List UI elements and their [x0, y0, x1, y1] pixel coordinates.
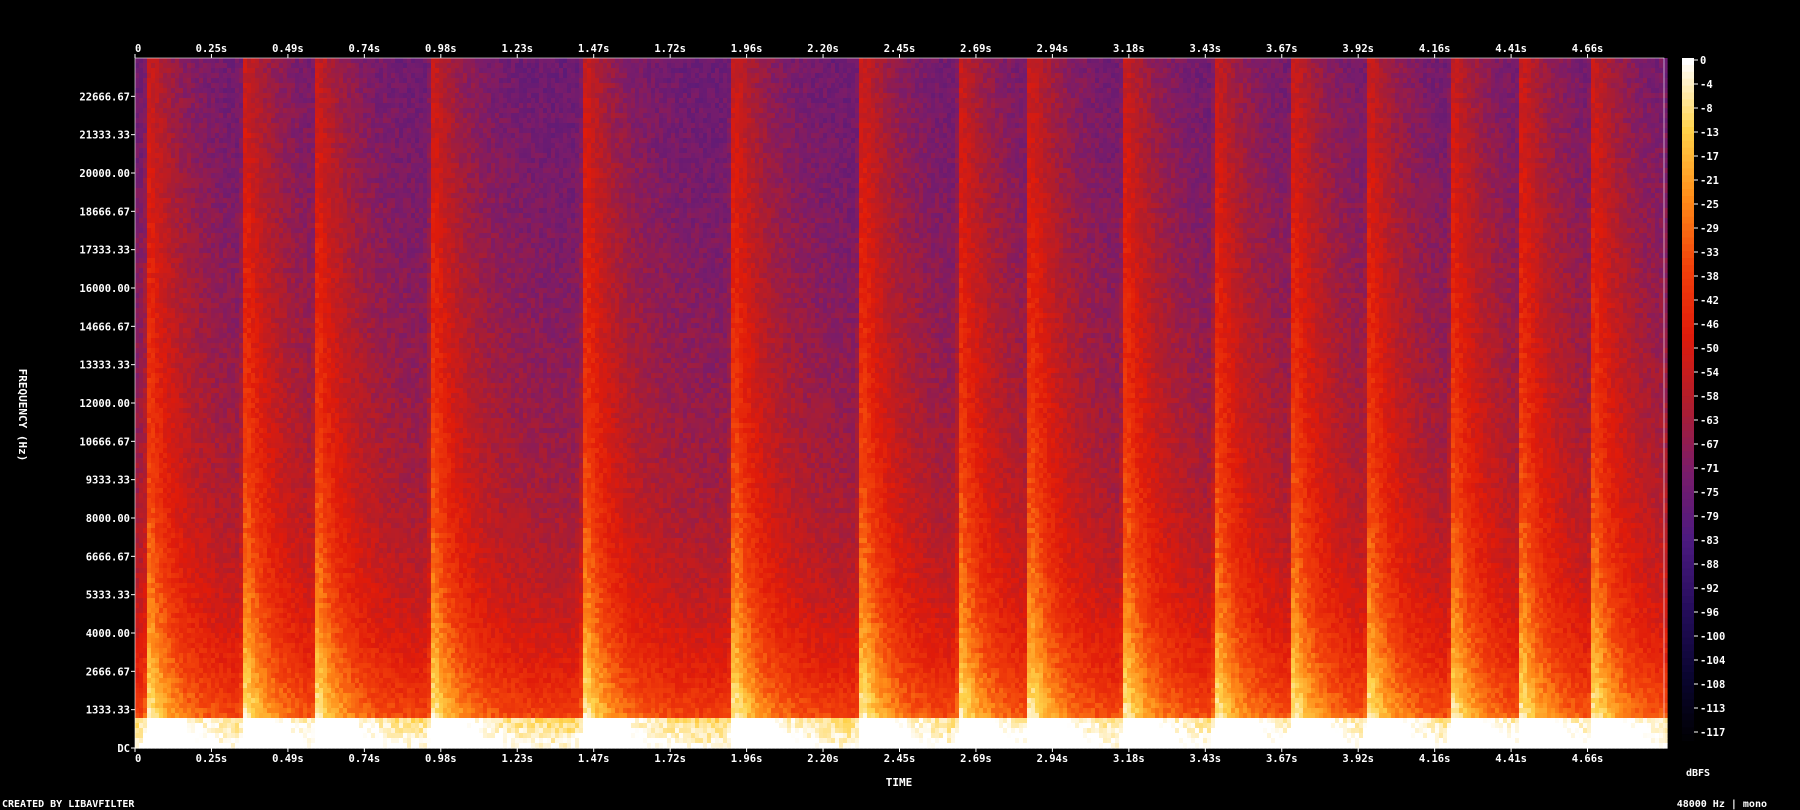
y-tick-label: 5333.33	[86, 590, 130, 602]
x-tick-label-bottom: 4.41s	[1495, 753, 1527, 765]
colorbar-tick-label: -25	[1700, 199, 1719, 211]
y-tick-label: 20000.00	[79, 168, 130, 180]
y-tick-label: 10666.67	[79, 436, 130, 448]
y-tick-label: 21333.33	[79, 130, 130, 142]
x-tick-label-top: 2.20s	[807, 43, 839, 55]
x-tick-label-top: 1.72s	[654, 43, 686, 55]
x-tick-label-bottom: 1.96s	[731, 753, 763, 765]
x-tick-label-top: 1.47s	[578, 43, 610, 55]
x-tick-label-top: 3.67s	[1266, 43, 1298, 55]
colorbar-tick-label: -100	[1700, 631, 1725, 643]
y-tick-label: 14666.67	[79, 321, 130, 333]
footer-credit: CREATED BY LIBAVFILTER	[2, 799, 135, 810]
colorbar-tick-label: -63	[1700, 415, 1719, 427]
y-tick-label: 13333.33	[79, 360, 130, 372]
y-axis-label: FREQUENCY (Hz)	[16, 369, 29, 462]
x-tick-label-bottom: 1.47s	[578, 753, 610, 765]
x-tick-label-bottom: 4.16s	[1419, 753, 1451, 765]
y-tick-label: 22666.67	[79, 91, 130, 103]
y-tick-label: 1333.33	[86, 705, 130, 717]
colorbar-tick-label: -54	[1700, 367, 1719, 379]
colorbar-tick-label: -8	[1700, 103, 1713, 115]
colorbar-tick-label: -83	[1700, 535, 1719, 547]
colorbar-tick-label: -79	[1700, 511, 1719, 523]
y-tick-label: 12000.00	[79, 398, 130, 410]
x-tick-label-bottom: 0.49s	[272, 753, 304, 765]
x-tick-label-top: 0.98s	[425, 43, 457, 55]
colorbar-tick-label: -117	[1700, 727, 1725, 739]
spectrogram-plot-area	[135, 58, 1668, 749]
spectrogram-chart: 0 0.25s 0.49s 0.74s 0.98s 1.23s 1.47s 1.72s 1.96…	[0, 0, 1800, 810]
colorbar-tick-label: -92	[1700, 583, 1719, 595]
colorbar-tick-label: -71	[1700, 463, 1719, 475]
colorbar-tick-label: -67	[1700, 439, 1719, 451]
colorbar-tick-label: 0	[1700, 55, 1706, 67]
x-tick-label-top: 4.66s	[1572, 43, 1604, 55]
footer-audio-info: 48000 Hz | mono	[1677, 799, 1767, 810]
x-tick-label-bottom: 0	[135, 753, 141, 765]
x-tick-label-top: 0	[135, 43, 141, 55]
y-tick-label: 18666.67	[79, 206, 130, 218]
y-tick-label: 16000.00	[79, 283, 130, 295]
x-tick-label-bottom: 0.25s	[196, 753, 228, 765]
x-tick-label-bottom: 2.69s	[960, 753, 992, 765]
x-tick-label-top: 2.69s	[960, 43, 992, 55]
x-tick-label-top: 1.23s	[501, 43, 533, 55]
x-tick-label-top: 4.16s	[1419, 43, 1451, 55]
x-tick-label-top: 2.94s	[1037, 43, 1069, 55]
y-tick-label: 6666.67	[86, 551, 130, 563]
x-tick-label-top: 3.18s	[1113, 43, 1145, 55]
colorbar-tick-label: -33	[1700, 247, 1719, 259]
x-tick-label-top: 4.41s	[1495, 43, 1527, 55]
x-tick-label-bottom: 3.92s	[1342, 753, 1374, 765]
colorbar-label: dBFS	[1686, 768, 1710, 779]
colorbar-tick-label: -104	[1700, 655, 1725, 667]
colorbar-tick-label: -88	[1700, 559, 1719, 571]
x-tick-label-top: 0.49s	[272, 43, 304, 55]
colorbar-tick-label: -13	[1700, 127, 1719, 139]
x-tick-label-top: 1.96s	[731, 43, 763, 55]
colorbar-tick-label: -42	[1700, 295, 1719, 307]
y-tick-label: 8000.00	[86, 513, 130, 525]
colorbar-tick-label: -17	[1700, 151, 1719, 163]
y-tick-label: 4000.00	[86, 628, 130, 640]
colorbar-tick-label: -108	[1700, 679, 1725, 691]
x-tick-label-bottom: 2.94s	[1037, 753, 1069, 765]
x-tick-label-top: 3.92s	[1342, 43, 1374, 55]
colorbar-tick-label: -75	[1700, 487, 1719, 499]
y-tick-label: 2666.67	[86, 666, 130, 678]
colorbar-tick-label: -46	[1700, 319, 1719, 331]
x-tick-label-bottom: 1.23s	[501, 753, 533, 765]
colorbar-tick-label: -21	[1700, 175, 1719, 187]
x-axis-label: TIME	[886, 776, 913, 789]
x-tick-label-bottom: 2.45s	[884, 753, 916, 765]
y-tick-label: 17333.33	[79, 245, 130, 257]
colorbar-tick-label: -38	[1700, 271, 1719, 283]
x-tick-label-bottom: 0.98s	[425, 753, 457, 765]
colorbar-tick-label: -50	[1700, 343, 1719, 355]
x-tick-label-top: 2.45s	[884, 43, 916, 55]
x-tick-label-top: 0.74s	[349, 43, 381, 55]
colorbar-tick-label: -58	[1700, 391, 1719, 403]
x-tick-label-bottom: 1.72s	[654, 753, 686, 765]
x-tick-label-top: 3.43s	[1189, 43, 1221, 55]
y-tick-label: 9333.33	[86, 475, 130, 487]
colorbar-tick-label: -4	[1700, 79, 1713, 91]
x-tick-label-bottom: 3.18s	[1113, 753, 1145, 765]
x-tick-label-bottom: 2.20s	[807, 753, 839, 765]
colorbar	[1682, 58, 1694, 749]
x-tick-label-bottom: 3.67s	[1266, 753, 1298, 765]
x-tick-label-bottom: 0.74s	[349, 753, 381, 765]
colorbar-tick-label: -113	[1700, 703, 1725, 715]
x-tick-label-top: 0.25s	[196, 43, 228, 55]
x-tick-label-bottom: 3.43s	[1189, 753, 1221, 765]
colorbar-tick-label: -96	[1700, 607, 1719, 619]
y-tick-label: DC	[117, 743, 130, 755]
colorbar-tick-label: -29	[1700, 223, 1719, 235]
x-tick-label-bottom: 4.66s	[1572, 753, 1604, 765]
